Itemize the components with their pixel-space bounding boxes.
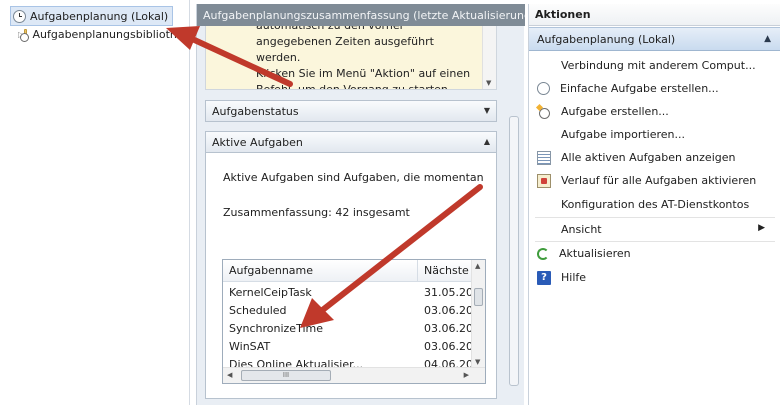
active-tasks-table: Aufgabenname Nächste La KernelCeipTask 3…: [222, 259, 486, 384]
summary-pane: Aufgabenplanungszusammenfassung (letzte …: [196, 4, 525, 405]
actions-pane: Aktionen Aufgabenplanung (Lokal) ▲ Verbi…: [528, 4, 780, 405]
actions-group-header[interactable]: Aufgabenplanung (Lokal) ▲: [529, 27, 780, 51]
cell-task-name: KernelCeipTask: [229, 285, 312, 299]
table-header: Aufgabenname Nächste La: [223, 260, 473, 282]
chevron-down-icon[interactable]: ▼: [484, 106, 490, 115]
chevron-up-icon[interactable]: ▲: [484, 137, 490, 146]
action-refresh[interactable]: Aktualisieren: [529, 242, 780, 265]
action-label: Ansicht: [561, 223, 602, 236]
cell-task-name: Scheduled: [229, 303, 287, 317]
table-row[interactable]: WinSAT 03.06.2012: [223, 337, 473, 355]
tree-item-label: Aufgabenplanungsbibliothek: [32, 27, 190, 41]
active-tasks-summary: Zusammenfassung: 42 insgesamt: [223, 206, 410, 219]
tree-item-label: Aufgabenplanung (Lokal): [30, 9, 169, 23]
action-at-service-config[interactable]: Konfiguration des AT-Dienstkontos: [529, 193, 780, 216]
table-row[interactable]: KernelCeipTask 31.05.2012: [223, 283, 473, 301]
scroll-thumb[interactable]: III: [241, 370, 331, 381]
action-enable-history[interactable]: Verlauf für alle Aufgaben aktivieren: [529, 169, 780, 192]
cell-next-run: 03.06.2012: [424, 339, 473, 353]
cell-next-run: 03.06.2012: [424, 321, 473, 335]
active-tasks-description: Aktive Aufgaben sind Aufgaben, die momen…: [223, 171, 484, 184]
collapse-arrow-icon[interactable]: ▲: [764, 34, 771, 44]
refresh-icon: [537, 247, 549, 260]
submenu-arrow-icon: ▶: [758, 223, 765, 233]
overview-description-text: automatisch zu den vorher angegebenen Ze…: [256, 26, 478, 90]
blank-icon: [537, 198, 551, 212]
action-view-menu[interactable]: Ansicht ▶: [529, 218, 780, 241]
action-help[interactable]: ? Hilfe: [529, 266, 780, 289]
list-icon: [537, 150, 551, 165]
actions-title: Aktionen: [529, 4, 780, 26]
wizard-icon: [537, 104, 551, 119]
scroll-up-arrow-icon[interactable]: ▲: [475, 262, 480, 270]
help-icon: ?: [537, 270, 551, 285]
section-active-tasks[interactable]: Aktive Aufgaben ▲: [205, 131, 497, 153]
blank-icon: [537, 223, 551, 237]
scroll-down-arrow-icon[interactable]: ▼: [486, 79, 491, 87]
action-label: Verlauf für alle Aufgaben aktivieren: [561, 174, 757, 187]
description-line: Befehl, um den Vorgang zu starten.: [256, 83, 452, 90]
tree-item-task-library[interactable]: ▷ Aufgabenplanungsbibliothek: [18, 24, 190, 44]
section-title: Aufgabenstatus: [212, 104, 299, 118]
actions-group-label: Aufgabenplanung (Lokal): [537, 32, 676, 46]
table-body: KernelCeipTask 31.05.2012 Scheduled 03.0…: [223, 283, 473, 373]
action-connect-other-computer[interactable]: Verbindung mit anderem Comput...: [529, 54, 780, 77]
scroll-thumb[interactable]: [474, 288, 483, 306]
action-label: Einfache Aufgabe erstellen...: [560, 82, 719, 95]
navigation-tree: Aufgabenplanung (Lokal) ▷ Aufgabenplanun…: [0, 0, 190, 405]
scroll-right-arrow-icon[interactable]: ▶: [464, 371, 469, 379]
table-row[interactable]: Scheduled 03.06.2012: [223, 301, 473, 319]
action-label: Hilfe: [561, 271, 587, 284]
scroll-left-arrow-icon[interactable]: ◀: [227, 371, 232, 379]
cell-task-name: WinSAT: [229, 339, 271, 353]
action-label: Aufgabe importieren...: [561, 128, 685, 141]
action-create-basic-task[interactable]: Einfache Aufgabe erstellen...: [529, 77, 780, 100]
description-scrollbar[interactable]: ▼: [482, 26, 496, 89]
blank-icon: [537, 59, 551, 73]
folder-clock-icon: [20, 28, 31, 42]
action-label: Aktualisieren: [559, 247, 631, 260]
action-label: Alle aktiven Aufgaben anzeigen: [561, 151, 736, 164]
blank-icon: [537, 128, 551, 142]
clock-icon: [537, 82, 550, 95]
section-title: Aktive Aufgaben: [212, 135, 303, 149]
description-line: Klicken Sie im Menü "Aktion" auf einen: [256, 67, 471, 80]
history-icon: [537, 173, 551, 188]
scroll-thumb[interactable]: [509, 116, 519, 386]
overview-description-box: automatisch zu den vorher angegebenen Ze…: [205, 26, 497, 90]
cell-next-run: 03.06.2012: [424, 303, 473, 317]
cell-next-run: 31.05.2012: [424, 285, 473, 299]
table-horizontal-scrollbar[interactable]: ◀ III ▶: [223, 367, 485, 383]
action-label: Aufgabe erstellen...: [561, 105, 669, 118]
section-task-status[interactable]: Aufgabenstatus ▼: [205, 100, 497, 122]
column-header-next-run[interactable]: Nächste La: [418, 260, 473, 281]
tree-item-task-scheduler-local[interactable]: Aufgabenplanung (Lokal): [10, 6, 174, 26]
action-import-task[interactable]: Aufgabe importieren...: [529, 123, 780, 146]
active-tasks-body: Aktive Aufgaben sind Aufgaben, die momen…: [205, 153, 497, 399]
action-create-task[interactable]: Aufgabe erstellen...: [529, 100, 780, 123]
action-label: Konfiguration des AT-Dienstkontos: [561, 198, 750, 211]
summary-pane-scrollbar[interactable]: [507, 26, 521, 405]
action-show-running-tasks[interactable]: Alle aktiven Aufgaben anzeigen: [529, 146, 780, 169]
table-vertical-scrollbar[interactable]: ▲ ▼: [471, 260, 485, 368]
cell-task-name: SynchronizeTime: [229, 321, 323, 335]
description-line: angegebenen Zeiten ausgeführt werden.: [256, 35, 434, 64]
table-row[interactable]: SynchronizeTime 03.06.2012: [223, 319, 473, 337]
column-header-task-name[interactable]: Aufgabenname: [223, 260, 418, 281]
clock-icon: [13, 9, 26, 23]
description-line: automatisch zu den vorher: [256, 26, 478, 34]
summary-header: Aufgabenplanungszusammenfassung (letzte …: [197, 4, 525, 26]
action-label: Verbindung mit anderem Comput...: [561, 59, 756, 72]
scroll-down-arrow-icon[interactable]: ▼: [475, 358, 480, 366]
